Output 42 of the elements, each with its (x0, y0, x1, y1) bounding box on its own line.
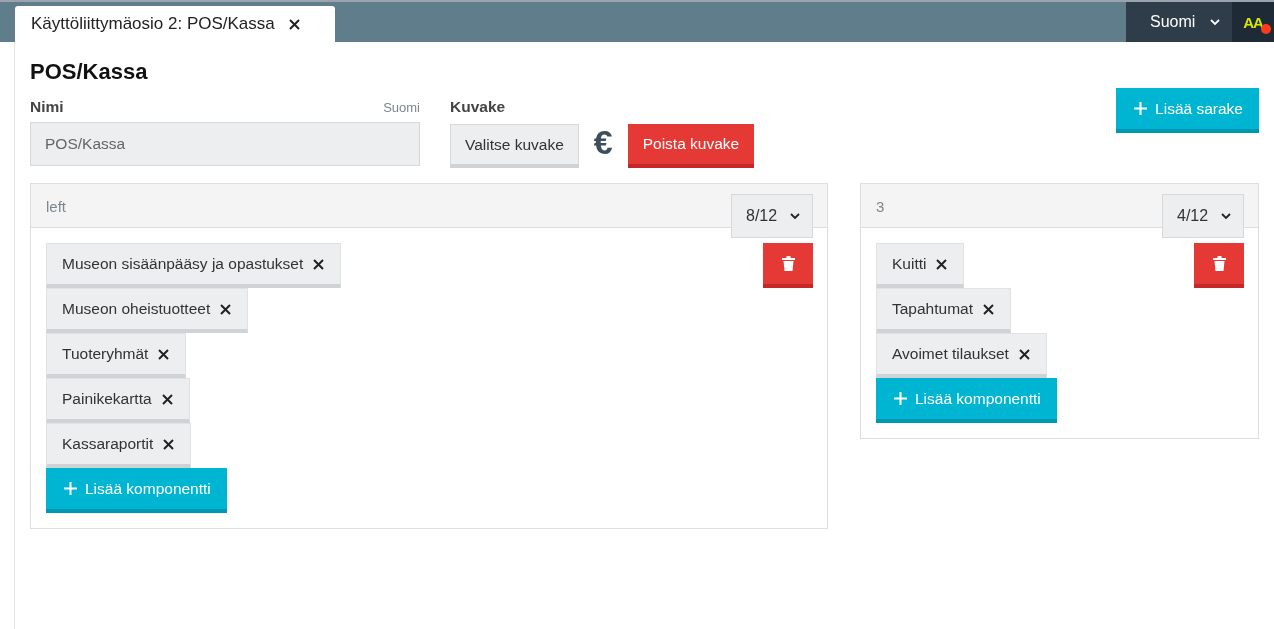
euro-symbol: € (593, 122, 613, 162)
chevron-down-icon (1210, 18, 1220, 26)
component-tag[interactable]: Kassaraportit (46, 423, 192, 468)
close-icon[interactable] (936, 258, 948, 270)
tab[interactable]: Käyttöliittymäosio 2: POS/Kassa (15, 6, 335, 42)
delete-column-button[interactable] (763, 243, 813, 288)
close-icon[interactable] (313, 258, 325, 270)
component-tag[interactable]: Tuoteryhmät (46, 333, 187, 378)
column-width-dropdown[interactable]: 8/12 (731, 194, 813, 238)
close-icon[interactable] (220, 303, 232, 315)
plus-icon (64, 482, 77, 495)
close-icon[interactable] (161, 393, 173, 405)
choose-icon-button[interactable]: Valitse kuvake (450, 124, 579, 168)
remove-icon-button[interactable]: Poista kuvake (627, 124, 755, 168)
component-tag[interactable]: Tapahtumat (876, 288, 1011, 333)
close-icon[interactable] (163, 438, 175, 450)
close-icon[interactable] (158, 348, 170, 360)
component-tag[interactable]: Painikekartta (46, 378, 190, 423)
close-icon[interactable] (288, 18, 300, 30)
trash-icon (1212, 256, 1226, 271)
component-tag[interactable]: Museon oheistuotteet (46, 288, 249, 333)
column-name: left (46, 198, 66, 215)
delete-column-button[interactable] (1194, 243, 1244, 288)
user-avatar[interactable]: AA (1232, 2, 1274, 42)
component-tag[interactable]: Kuitti (876, 243, 965, 288)
plus-icon (1134, 102, 1148, 115)
component-tag[interactable]: Avoimet tilaukset (876, 333, 1047, 378)
name-label: Nimi (30, 98, 64, 116)
chevron-down-icon (790, 212, 800, 220)
component-tag[interactable]: Museon sisäänpääsy ja opastukset (46, 243, 342, 288)
close-icon[interactable] (983, 303, 994, 315)
icon-label: Kuvake (450, 98, 506, 116)
name-field[interactable]: POS/Kassa (30, 122, 420, 166)
language-label: Suomi (383, 100, 420, 115)
page-title: POS/Kassa (30, 58, 149, 86)
chevron-down-icon (1221, 212, 1231, 220)
close-icon[interactable] (1018, 348, 1030, 360)
language-dropdown[interactable]: Suomi (1126, 2, 1232, 42)
plus-icon (894, 392, 907, 405)
column-name: 3 (876, 198, 885, 215)
trash-icon (781, 256, 795, 271)
column-width-dropdown[interactable]: 4/12 (1162, 194, 1244, 238)
